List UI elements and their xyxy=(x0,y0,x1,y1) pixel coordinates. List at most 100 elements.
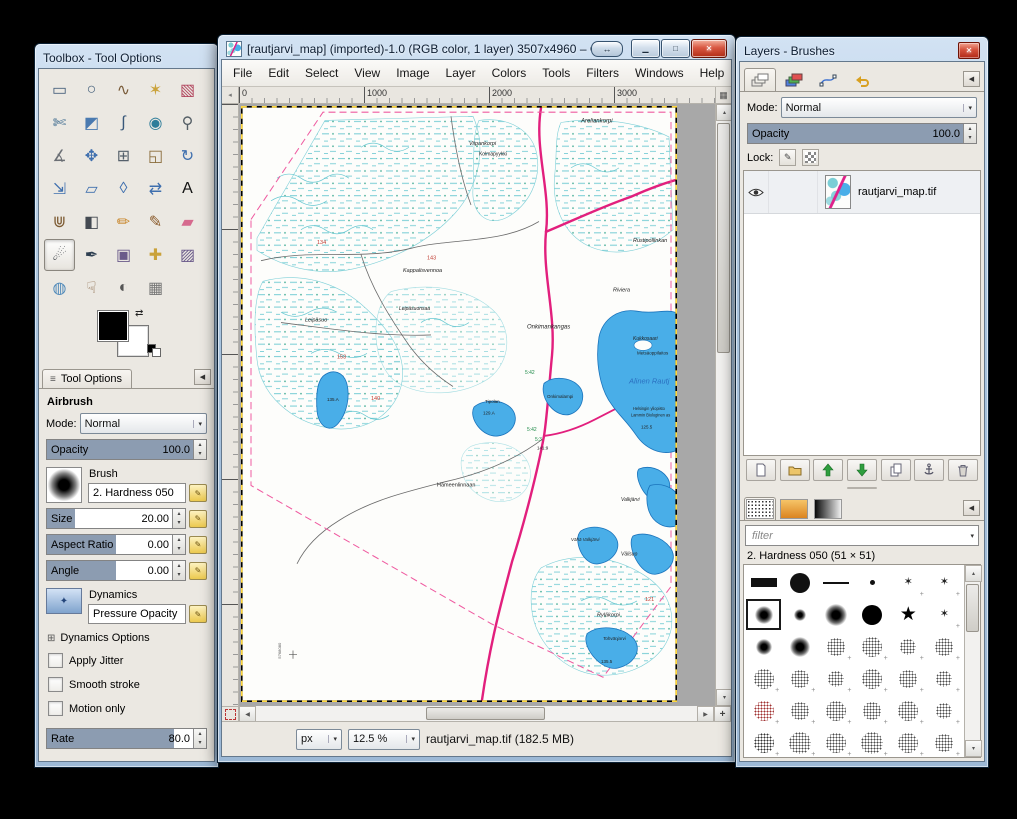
size-slider[interactable]: Size 20.00 ▴▾ xyxy=(46,508,186,529)
map-sheet[interactable]: AreliankorpiViipankorpiKolmapyykkiRustip… xyxy=(241,106,677,706)
minimize-button[interactable]: ▁ xyxy=(631,39,660,58)
brush-item[interactable]: + xyxy=(818,695,853,726)
pane-splitter[interactable] xyxy=(740,484,984,492)
tool-pencil-button[interactable]: ✏ xyxy=(108,206,139,238)
tool-paintbrush-button[interactable]: ✎ xyxy=(140,206,171,238)
new-group-button[interactable] xyxy=(780,459,810,481)
smooth-stroke-row[interactable]: Smooth stroke xyxy=(48,677,214,692)
tool-free-select-button[interactable]: ∿ xyxy=(108,74,139,106)
brush-item[interactable] xyxy=(782,631,817,662)
foreground-color-swatch[interactable] xyxy=(97,310,129,342)
size-reset-button[interactable]: ✎ xyxy=(189,510,207,528)
toolbox-titlebar[interactable]: Toolbox - Tool Options xyxy=(38,47,215,68)
tool-dodge-burn-button[interactable]: ◐ xyxy=(108,272,139,304)
tool-perspective-button[interactable]: ◊ xyxy=(108,173,139,205)
brush-edit-button[interactable]: ✎ xyxy=(189,484,207,502)
brush-item[interactable]: + xyxy=(746,727,781,757)
brush-item[interactable]: + xyxy=(855,663,890,694)
angle-spinner[interactable]: ▴▾ xyxy=(172,561,185,580)
h-scroll-thumb[interactable] xyxy=(426,707,545,720)
brush-item[interactable]: + xyxy=(818,727,853,757)
close-button[interactable]: ✕ xyxy=(691,39,727,58)
tool-eraser-button[interactable]: ▰ xyxy=(172,206,203,238)
brush-item[interactable]: ✶+ xyxy=(891,567,926,598)
brush-item[interactable]: ★ xyxy=(891,599,926,630)
scroll-down-icon[interactable]: ▾ xyxy=(965,740,982,757)
brush-item[interactable]: + xyxy=(891,663,926,694)
quick-mask-toggle[interactable] xyxy=(222,706,239,721)
brush-item[interactable]: ✶+ xyxy=(927,599,962,630)
brush-item[interactable]: + xyxy=(891,631,926,662)
tool-scissors-select-button[interactable]: ✄ xyxy=(44,107,75,139)
brush-item[interactable]: + xyxy=(927,663,962,694)
swap-colors-icon[interactable]: ⇄ xyxy=(135,308,143,319)
brush-item[interactable]: + xyxy=(782,695,817,726)
tool-flip-button[interactable]: ⇄ xyxy=(140,173,171,205)
menu-select[interactable]: Select xyxy=(297,63,346,83)
brush-item[interactable]: + xyxy=(818,631,853,662)
image-titlebar[interactable]: [rautjarvi_map] (imported)-1.0 (RGB colo… xyxy=(221,38,732,59)
tool-blur-sharpen-button[interactable]: ◍ xyxy=(44,272,75,304)
dynamics-preview[interactable]: ✦ xyxy=(46,588,82,614)
tool-fuzzy-select-button[interactable]: ✶ xyxy=(140,74,171,106)
layer-thumbnail[interactable] xyxy=(825,175,851,209)
menu-edit[interactable]: Edit xyxy=(260,63,297,83)
brush-item[interactable] xyxy=(855,599,890,630)
apply-jitter-row[interactable]: Apply Jitter xyxy=(48,653,214,668)
tab-brushes[interactable] xyxy=(744,497,776,520)
tab-layers[interactable] xyxy=(744,68,776,91)
tool-alignment-button[interactable]: ⊞ xyxy=(108,140,139,172)
brush-item[interactable]: + xyxy=(818,663,853,694)
brush-item[interactable] xyxy=(855,567,890,598)
brush-item[interactable]: + xyxy=(746,695,781,726)
rate-slider[interactable]: Rate 80.0 ▴▾ xyxy=(46,728,207,749)
angle-reset-button[interactable]: ✎ xyxy=(189,562,207,580)
duplicate-layer-button[interactable] xyxy=(881,459,911,481)
brush-item[interactable] xyxy=(746,567,781,598)
default-colors-icon[interactable] xyxy=(147,344,161,356)
tool-rectangle-select-button[interactable]: ▭ xyxy=(44,74,75,106)
brush-item[interactable]: + xyxy=(782,727,817,757)
aspect-ratio-slider[interactable]: Aspect Ratio 0.00 ▴▾ xyxy=(46,534,186,555)
brush-item[interactable]: + xyxy=(927,631,962,662)
layer-row[interactable]: rautjarvi_map.tif xyxy=(744,171,980,214)
layer-name[interactable]: rautjarvi_map.tif xyxy=(858,186,936,198)
tool-ink-button[interactable]: ✒ xyxy=(76,239,107,271)
aspect-ratio-reset-button[interactable]: ✎ xyxy=(189,536,207,554)
layer-opacity-slider[interactable]: Opacity 100.0 ▴▾ xyxy=(747,123,977,144)
tool-select-by-color-button[interactable]: ▧ xyxy=(172,74,203,106)
tool-ellipse-select-button[interactable]: ○ xyxy=(76,74,107,106)
scroll-down-icon[interactable]: ▾ xyxy=(716,689,732,706)
menu-tools[interactable]: Tools xyxy=(534,63,578,83)
lower-layer-button[interactable] xyxy=(847,459,877,481)
color-area[interactable]: ⇄ xyxy=(95,310,161,360)
brush-filter[interactable]: ▾ xyxy=(745,525,979,546)
tool-text-button[interactable]: A xyxy=(172,173,203,205)
apply-jitter-checkbox[interactable] xyxy=(48,653,63,668)
brush-item[interactable] xyxy=(746,631,781,662)
h-ruler[interactable]: 0100020003000 xyxy=(239,87,715,103)
tool-cage-transform-button[interactable]: ▦ xyxy=(140,272,171,304)
menu-help[interactable]: Help xyxy=(692,63,732,83)
size-spinner[interactable]: ▴▾ xyxy=(172,509,185,528)
brush-item[interactable] xyxy=(782,567,817,598)
tool-smudge-button[interactable]: ☟ xyxy=(76,272,107,304)
menu-image[interactable]: Image xyxy=(388,63,437,83)
anchor-layer-button[interactable] xyxy=(914,459,944,481)
tool-zoom-button[interactable]: ⚲ xyxy=(172,107,203,139)
brush-name-entry[interactable]: 2. Hardness 050 xyxy=(88,483,186,503)
menu-layer[interactable]: Layer xyxy=(438,63,484,83)
tool-color-picker-button[interactable]: ◉ xyxy=(140,107,171,139)
brush-item[interactable] xyxy=(746,599,781,630)
image-menu-button[interactable]: ▦ xyxy=(715,87,731,103)
tool-bucket-fill-button[interactable]: ⋓ xyxy=(44,206,75,238)
layer-link-cell[interactable] xyxy=(769,171,818,213)
restore-pill-button[interactable]: ↔ xyxy=(591,41,623,57)
brush-item[interactable]: + xyxy=(927,727,962,757)
tab-undo-history[interactable] xyxy=(846,68,878,91)
motion-only-row[interactable]: Motion only xyxy=(48,701,214,716)
tab-gradients[interactable] xyxy=(812,497,844,520)
brushes-scroll-thumb[interactable] xyxy=(966,584,979,632)
menu-filters[interactable]: Filters xyxy=(578,63,627,83)
layers-list[interactable]: rautjarvi_map.tif xyxy=(743,170,981,456)
